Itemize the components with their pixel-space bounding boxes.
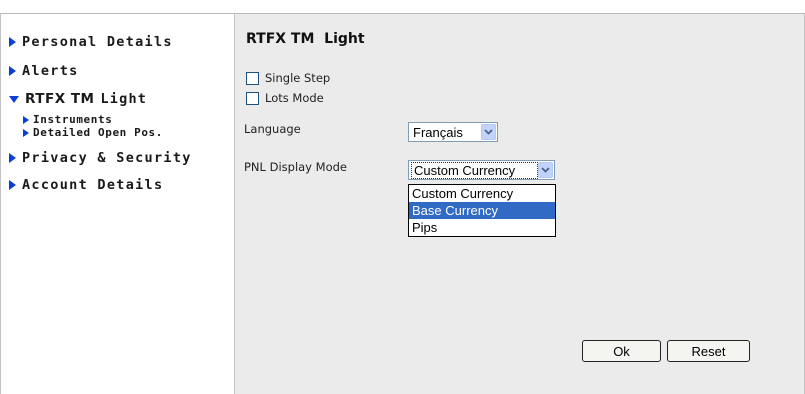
chevron-down-icon[interactable]: [481, 124, 496, 140]
sidebar-subitem-instruments[interactable]: Instruments: [23, 113, 112, 126]
sidebar-subitem-label: Detailed Open Pos.: [33, 126, 164, 139]
sidebar-item-label: Personal Details: [22, 34, 173, 50]
arrow-right-icon: [9, 37, 16, 47]
arrow-down-icon: [9, 95, 19, 103]
sidebar-subitem-detailed-open-pos[interactable]: Detailed Open Pos.: [23, 126, 163, 139]
arrow-right-icon: [9, 180, 16, 190]
lots-mode-label: Lots Mode: [265, 91, 324, 105]
pnl-display-mode-select-value: Custom Currency: [411, 161, 538, 179]
sidebar-item-rtfx-light[interactable]: RTFX TM Light: [9, 91, 147, 107]
dropdown-option-pips[interactable]: Pips: [409, 219, 555, 236]
settings-frame: Personal Details Alerts RTFX TM Light In…: [0, 13, 805, 394]
sidebar: Personal Details Alerts RTFX TM Light In…: [0, 14, 234, 394]
single-step-label: Single Step: [265, 71, 331, 85]
chevron-down-icon[interactable]: [538, 162, 553, 178]
language-select-value: Français: [413, 124, 463, 140]
arrow-right-icon: [9, 153, 16, 163]
sidebar-item-label-suffix: Light: [100, 91, 148, 107]
arrow-right-icon: [23, 128, 29, 137]
sidebar-item-account-details[interactable]: Account Details: [9, 177, 163, 193]
main-panel: RTFX TM Light Single Step Lots Mode Lang…: [234, 14, 805, 394]
sidebar-subitem-label: Instruments: [33, 113, 113, 126]
page-title: RTFX TM Light: [246, 31, 365, 47]
single-step-option: Single Step: [246, 71, 330, 85]
arrow-right-icon: [9, 66, 16, 76]
single-step-checkbox[interactable]: [246, 71, 259, 85]
lots-mode-option: Lots Mode: [246, 91, 324, 105]
sidebar-item-label: RTFX TM: [25, 91, 95, 107]
dropdown-option-base-currency[interactable]: Base Currency: [409, 202, 555, 219]
sidebar-item-personal-details[interactable]: Personal Details: [9, 34, 173, 50]
sidebar-item-privacy-security[interactable]: Privacy & Security: [9, 150, 192, 166]
pnl-display-mode-dropdown: Custom Currency Base Currency Pips: [408, 184, 556, 237]
sidebar-item-label: Account Details: [22, 177, 164, 193]
sidebar-item-label: Alerts: [22, 63, 79, 79]
lots-mode-checkbox[interactable]: [246, 91, 259, 105]
pnl-display-mode-label: PNL Display Mode: [244, 160, 347, 174]
ok-button[interactable]: Ok: [582, 340, 661, 362]
pnl-display-mode-select[interactable]: Custom Currency: [408, 160, 555, 180]
language-select[interactable]: Français: [408, 122, 498, 142]
reset-button[interactable]: Reset: [667, 340, 750, 362]
sidebar-item-alerts[interactable]: Alerts: [9, 63, 79, 79]
language-label: Language: [244, 122, 301, 136]
arrow-right-icon: [23, 115, 29, 124]
sidebar-item-label: Privacy & Security: [22, 150, 192, 166]
dropdown-option-custom-currency[interactable]: Custom Currency: [409, 185, 555, 202]
